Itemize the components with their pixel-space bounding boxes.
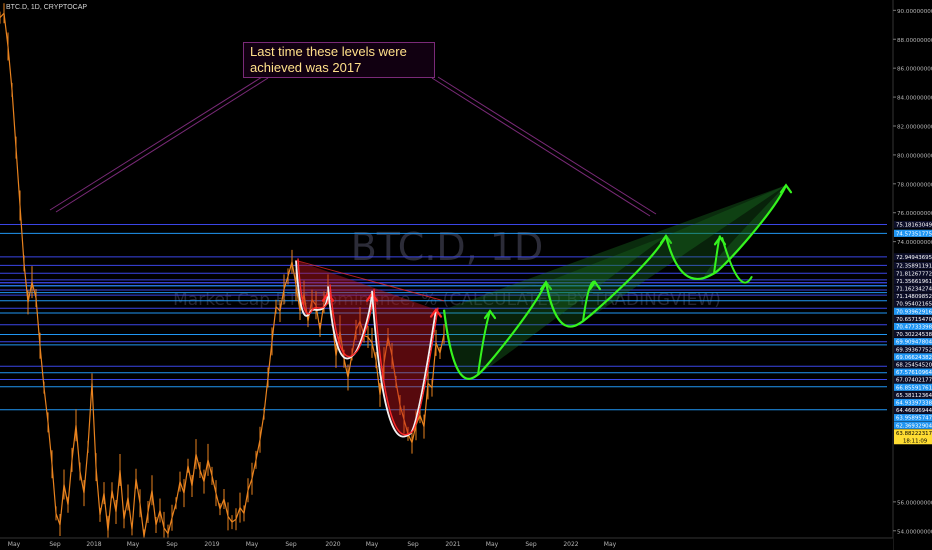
level-badge-label: 70.47733398 xyxy=(896,324,932,330)
level-badge-label: 70.95402165 xyxy=(896,302,932,308)
level-badge-label: 70.30224538 xyxy=(896,332,932,338)
level-badge-label: 71.81267772 xyxy=(896,271,932,277)
time-axis-label: May xyxy=(366,541,379,548)
countdown-label: 18:11:09 xyxy=(903,438,928,444)
projection-arrowhead xyxy=(779,183,793,194)
time-axis-label: Sep xyxy=(525,541,537,548)
time-axis-label: 2019 xyxy=(204,541,219,548)
level-badge-label: 69.06624382 xyxy=(896,355,932,361)
level-badge-label: 69.39367752 xyxy=(896,347,932,353)
annotation-callout: Last time these levels were achieved was… xyxy=(243,42,435,78)
price-axis-label: 78.00000000 xyxy=(897,182,932,188)
price-axis-label: 56.00000000 xyxy=(897,500,932,506)
level-badge-label: 66.85591761 xyxy=(896,385,932,391)
level-badge-label: 64.93397338 xyxy=(896,400,932,406)
level-badge-label: 69.90947804 xyxy=(896,340,932,346)
price-axis-label: 88.00000000 xyxy=(897,38,932,44)
level-badge-label: 75.18163049 xyxy=(896,223,932,229)
level-badge-label: 71.14809852 xyxy=(896,294,932,300)
level-badge-label: 68.25454520 xyxy=(896,362,932,368)
level-badge-label: 72.35891191 xyxy=(896,263,932,269)
price-axis-label: 74.00000000 xyxy=(897,240,932,246)
annotation-line-2: achieved was 2017 xyxy=(250,60,362,75)
price-axis-label: 80.00000000 xyxy=(897,153,932,159)
annotation-line-1: Last time these levels were xyxy=(250,44,407,59)
price-axis-label: 84.00000000 xyxy=(897,96,932,102)
time-axis-label: 2018 xyxy=(86,541,101,548)
time-axis-label: 2021 xyxy=(445,541,460,548)
time-axis-label: 2022 xyxy=(563,541,578,548)
callout-guide-line xyxy=(431,77,651,217)
callout-guide-line xyxy=(49,76,263,211)
time-axis-label: Sep xyxy=(49,541,61,548)
level-badge-label: 63.95895747 xyxy=(896,416,932,422)
level-badge-label: 65.38112364 xyxy=(896,393,932,399)
price-series-line xyxy=(0,11,445,537)
time-axis-label: May xyxy=(246,541,259,548)
level-badge-label: 70.93962916 xyxy=(896,309,932,315)
btc-dominance-chart[interactable]: BTC.D, 1DMarket Cap BTC Dominance, % (CA… xyxy=(0,0,932,550)
price-axis-label: 82.00000000 xyxy=(897,124,932,130)
price-axis-label: 54.00000000 xyxy=(897,529,932,535)
level-badge-label: 72.94943695 xyxy=(896,255,932,261)
time-axis-label: May xyxy=(486,541,499,548)
current-price-label: 63.88222317 xyxy=(896,431,932,437)
price-axis-label: 86.00000000 xyxy=(897,67,932,73)
watermark-title: BTC.D, 1D xyxy=(351,225,544,269)
time-axis-label: May xyxy=(604,541,617,548)
level-badge-label: 62.36932904 xyxy=(896,423,932,429)
level-badge-label: 70.65715470 xyxy=(896,317,932,323)
callout-guide-line xyxy=(437,76,657,215)
time-axis-label: Sep xyxy=(285,541,297,548)
callout-guide-line xyxy=(55,77,269,213)
time-axis-label: 2020 xyxy=(325,541,340,548)
time-axis-label: May xyxy=(8,541,21,548)
level-badge-label: 71.16234274 xyxy=(896,286,932,292)
level-badge-label: 64.46696944 xyxy=(896,408,932,414)
level-badge-label: 71.35661961 xyxy=(896,279,932,285)
time-axis-label: Sep xyxy=(166,541,178,548)
level-badge-label: 67.07402177 xyxy=(896,378,932,384)
level-badge-label: 74.57351775 xyxy=(896,231,932,237)
price-axis-label: 76.00000000 xyxy=(897,211,932,217)
time-axis-label: May xyxy=(127,541,140,548)
time-axis-label: Sep xyxy=(407,541,419,548)
price-axis-label: 90.00000000 xyxy=(897,9,932,15)
level-badge-label: 67.57610964 xyxy=(896,370,932,376)
